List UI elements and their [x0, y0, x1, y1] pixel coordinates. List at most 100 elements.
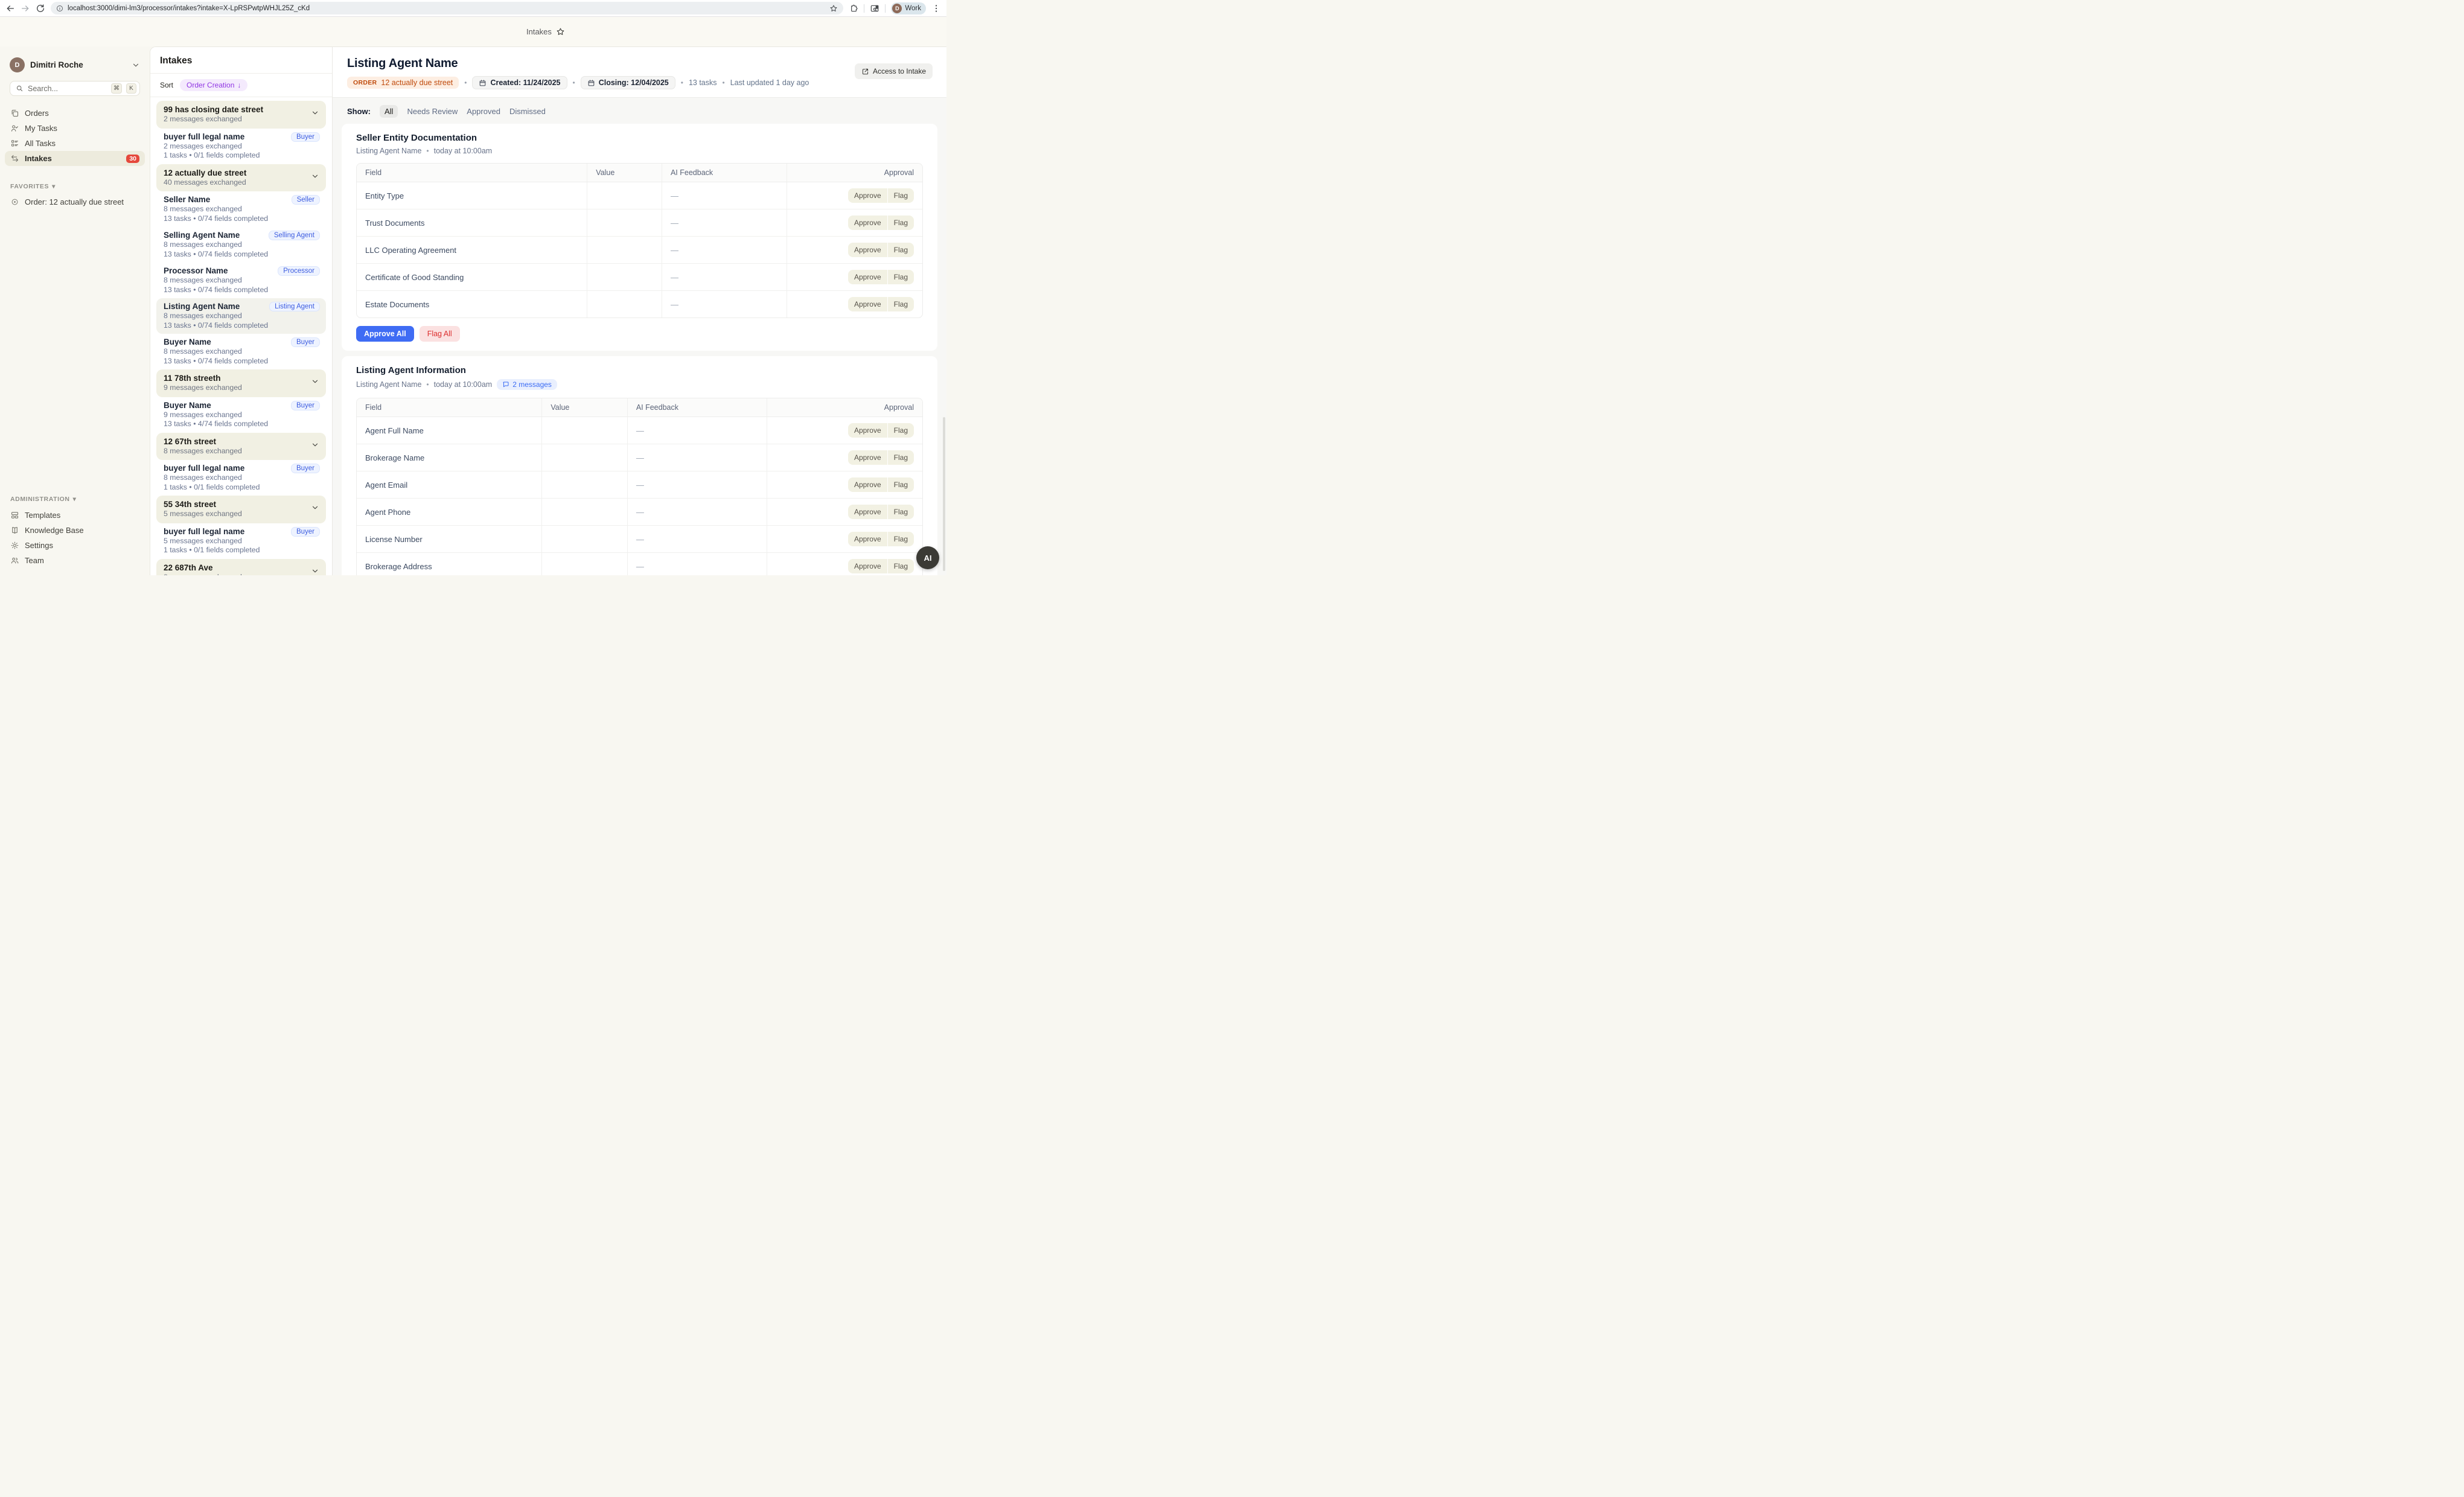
browser-profile-chip[interactable]: D Work [891, 2, 926, 14]
sidebar-item-all-tasks[interactable]: All Tasks [5, 136, 145, 151]
circle-dot-icon [10, 197, 19, 206]
ai-assistant-button[interactable]: AI [916, 546, 939, 569]
approve-button[interactable]: Approve [848, 532, 887, 546]
tasks-line: 13 tasks • 4/74 fields completed [164, 420, 319, 429]
flag-all-button[interactable]: Flag All [420, 326, 460, 342]
side-panel-search-icon[interactable] [870, 4, 879, 13]
approve-button[interactable]: Approve [848, 477, 887, 492]
administration-section-toggle[interactable]: ADMINISTRATION ▾ [5, 496, 145, 503]
intakes-swap-icon [10, 154, 19, 163]
address-bar[interactable]: localhost:3000/dimi-lm3/processor/intake… [51, 2, 843, 14]
flag-button[interactable]: Flag [887, 270, 914, 284]
address-group[interactable]: 11 78th streeth 9 messages exchanged [156, 369, 326, 397]
sidebar-item-label: Team [25, 556, 139, 565]
messages-line: 8 messages exchanged [164, 311, 319, 321]
approve-flag-control: ApproveFlag [848, 559, 914, 573]
toolbar-divider [885, 4, 886, 13]
dot-separator: • [723, 78, 725, 87]
favorites-section-toggle[interactable]: FAVORITES ▾ [5, 183, 145, 190]
role-badge: Seller [292, 195, 320, 205]
field-name: Agent Email [357, 471, 542, 498]
site-info-icon[interactable] [56, 5, 63, 12]
flag-button[interactable]: Flag [887, 450, 914, 465]
flag-button[interactable]: Flag [887, 477, 914, 492]
list-item[interactable]: Buyer Name Buyer 9 messages exchanged 13… [156, 397, 326, 433]
scrollbar-thumb[interactable] [943, 417, 945, 571]
address-group[interactable]: 99 has closing date street 2 messages ex… [156, 101, 326, 129]
group-subtitle: 5 messages exchanged [164, 509, 308, 519]
approve-button[interactable]: Approve [848, 559, 887, 573]
table-row: Estate Documents — ApproveFlag [357, 290, 922, 318]
sidebar-item-my-tasks[interactable]: My Tasks [5, 121, 145, 136]
tasks-line: 13 tasks • 0/74 fields completed [164, 250, 319, 260]
filter-all[interactable]: All [380, 105, 398, 118]
extensions-icon[interactable] [849, 4, 858, 13]
approve-flag-control: ApproveFlag [848, 532, 914, 546]
dot-separator: • [464, 78, 467, 87]
messages-chip[interactable]: 2 messages [497, 379, 557, 390]
forward-icon[interactable] [21, 4, 30, 13]
approve-button[interactable]: Approve [848, 297, 887, 311]
address-group[interactable]: 12 67th street 8 messages exchanged [156, 433, 326, 461]
sidebar-item-knowledge-base[interactable]: Knowledge Base [5, 523, 145, 538]
approve-button[interactable]: Approve [848, 505, 887, 519]
role-badge: Processor [278, 266, 320, 276]
access-to-intake-button[interactable]: Access to Intake [855, 63, 933, 79]
approve-all-button[interactable]: Approve All [356, 326, 414, 342]
address-group[interactable]: 55 34th street 5 messages exchanged [156, 496, 326, 523]
flag-button[interactable]: Flag [887, 188, 914, 203]
sort-selector[interactable]: Order Creation↓ [180, 79, 247, 91]
sidebar-item-orders[interactable]: Orders [5, 106, 145, 121]
favorite-order-item[interactable]: Order: 12 actually due street [5, 195, 145, 209]
flag-button[interactable]: Flag [887, 423, 914, 438]
flag-button[interactable]: Flag [887, 215, 914, 230]
filter-dismissed[interactable]: Dismissed [509, 107, 546, 116]
orders-icon [10, 109, 19, 118]
approve-button[interactable]: Approve [848, 423, 887, 438]
tasks-line: 1 tasks • 0/1 fields completed [164, 546, 319, 555]
approve-button[interactable]: Approve [848, 188, 887, 203]
list-item[interactable]: buyer full legal name Buyer 2 messages e… [156, 129, 326, 164]
flag-button[interactable]: Flag [887, 532, 914, 546]
field-name: Certificate of Good Standing [357, 263, 587, 290]
approve-button[interactable]: Approve [848, 215, 887, 230]
flag-button[interactable]: Flag [887, 505, 914, 519]
sidebar-item-team[interactable]: Team [5, 553, 145, 568]
user-avatar: D [10, 57, 25, 72]
address-group[interactable]: 12 actually due street 40 messages excha… [156, 164, 326, 192]
address-group[interactable]: 22 687th Ave 8 messages exchanged [156, 559, 326, 576]
workspace-switcher[interactable]: D Dimitri Roche [5, 54, 145, 81]
messages-line: 9 messages exchanged [164, 410, 319, 420]
task-list-icon [10, 139, 19, 148]
sidebar-item-settings[interactable]: Settings [5, 538, 145, 553]
sidebar-item-intakes[interactable]: Intakes 30 [5, 151, 145, 166]
filter-approved[interactable]: Approved [467, 107, 500, 116]
list-item[interactable]: Selling Agent Name Selling Agent 8 messa… [156, 227, 326, 263]
list-item[interactable]: Seller Name Seller 8 messages exchanged … [156, 191, 326, 227]
list-item[interactable]: buyer full legal name Buyer 5 messages e… [156, 523, 326, 559]
administration-header: ADMINISTRATION [10, 496, 70, 503]
flag-button[interactable]: Flag [887, 297, 914, 311]
back-icon[interactable] [5, 4, 15, 13]
approve-button[interactable]: Approve [848, 270, 887, 284]
flag-button[interactable]: Flag [887, 559, 914, 573]
flag-button[interactable]: Flag [887, 243, 914, 257]
list-item[interactable]: buyer full legal name Buyer 8 messages e… [156, 460, 326, 496]
browser-menu-icon[interactable] [931, 4, 941, 13]
cmd-keycap: ⌘ [111, 83, 122, 94]
ai-feedback: — [628, 552, 767, 575]
sidebar-item-templates[interactable]: Templates [5, 508, 145, 523]
table-row: Agent Phone — ApproveFlag [357, 498, 922, 525]
list-item-selected[interactable]: Listing Agent Name Listing Agent 8 messa… [156, 298, 326, 334]
bookmark-star-icon[interactable] [829, 4, 838, 13]
approve-button[interactable]: Approve [848, 243, 887, 257]
list-item[interactable]: Buyer Name Buyer 8 messages exchanged 13… [156, 334, 326, 369]
approve-button[interactable]: Approve [848, 450, 887, 465]
favorite-page-star-icon[interactable] [556, 27, 565, 36]
field-value [542, 471, 627, 498]
list-item[interactable]: Processor Name Processor 8 messages exch… [156, 263, 326, 298]
search-input[interactable]: Search... ⌘ K [10, 81, 140, 96]
sidebar-item-label: Knowledge Base [25, 526, 139, 535]
filter-needs-review[interactable]: Needs Review [407, 107, 458, 116]
reload-icon[interactable] [36, 4, 45, 13]
